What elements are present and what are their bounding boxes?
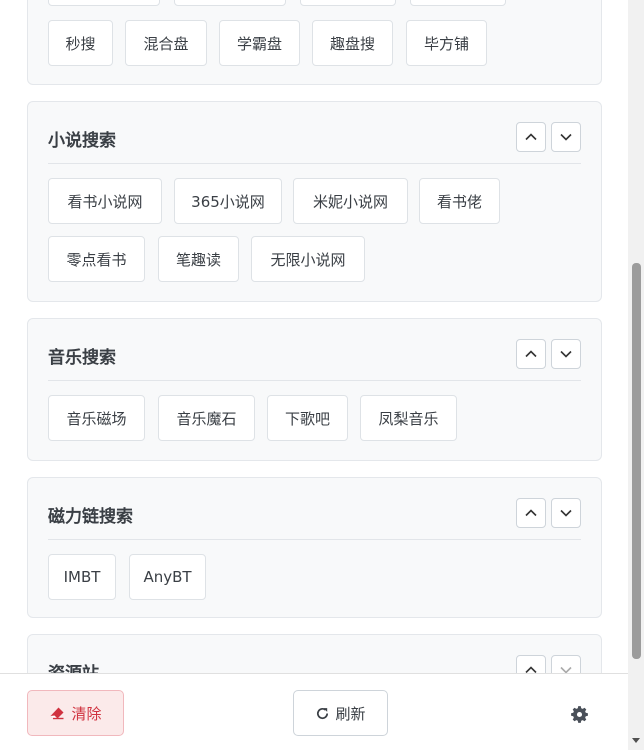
tag-button[interactable]: 凤梨音乐 — [360, 395, 457, 441]
move-up-button[interactable] — [516, 339, 546, 369]
tag-button[interactable]: 毕方铺 — [406, 20, 487, 66]
section-card-magnet: 磁力链搜索 IMBT AnyBT — [27, 477, 602, 618]
chevron-up-icon — [525, 666, 537, 673]
tag-label: 音乐磁场 — [66, 409, 127, 428]
tag-button[interactable]: AnyBT — [129, 554, 206, 600]
gear-icon — [570, 705, 588, 723]
tag-button[interactable]: 混合盘 — [125, 20, 207, 66]
refresh-button[interactable]: 刷新 — [293, 690, 388, 736]
move-down-button[interactable] — [551, 655, 581, 673]
tag-label: 看书小说网 — [67, 192, 143, 211]
chevron-down-icon — [560, 133, 572, 141]
clear-button[interactable]: 清除 — [27, 690, 124, 736]
move-up-button[interactable] — [516, 498, 546, 528]
section-title: 小说搜索 — [48, 131, 116, 151]
tag-label: 毕方铺 — [423, 34, 469, 53]
tag-label: 秒搜 — [65, 34, 96, 53]
chevron-down-icon — [560, 350, 572, 358]
tag-button[interactable]: 零点看书 — [48, 236, 145, 282]
tag-label: 米妮小说网 — [312, 192, 388, 211]
move-up-button[interactable] — [516, 655, 546, 673]
tag-label: 零点看书 — [66, 250, 127, 269]
tag-button[interactable]: 米妮小说网 — [293, 178, 408, 224]
section-card-music: 音乐搜索 音乐磁场 音乐魔石 下歌吧 凤梨音乐 — [27, 318, 602, 461]
tag-button[interactable]: 音乐魔石 — [158, 395, 255, 441]
tag-button[interactable]: 365小说网 — [174, 178, 282, 224]
tag-label: 365小说网 — [191, 192, 265, 211]
tag-label: 看书佬 — [436, 192, 482, 211]
tag-label: 混合盘 — [143, 34, 189, 53]
section-card-top: 秒搜 混合盘 学霸盘 趣盘搜 毕方铺 — [27, 0, 602, 85]
tag-button-hidden[interactable] — [410, 0, 506, 6]
tag-button[interactable]: 学霸盘 — [219, 20, 300, 66]
move-up-button[interactable] — [516, 122, 546, 152]
eraser-icon — [50, 707, 64, 720]
clear-button-label: 清除 — [71, 704, 102, 723]
scroll-down-arrow-icon[interactable] — [631, 737, 641, 745]
tag-label: 笔趣读 — [175, 250, 221, 269]
chevron-down-icon — [560, 509, 572, 517]
tag-button-hidden[interactable] — [300, 0, 396, 6]
tag-button[interactable]: 音乐磁场 — [48, 395, 145, 441]
chevron-up-icon — [525, 350, 537, 358]
section-title: 音乐搜索 — [48, 348, 116, 368]
tag-button[interactable]: 笔趣读 — [158, 236, 239, 282]
tag-label: 下歌吧 — [284, 409, 330, 428]
tag-button[interactable]: 下歌吧 — [267, 395, 348, 441]
tag-label: 学霸盘 — [236, 34, 282, 53]
search-sites-panel[interactable]: 秒搜 混合盘 学霸盘 趣盘搜 毕方铺 小说搜索 看书小说网 365小说网 米妮小… — [0, 0, 628, 673]
section-header: 磁力链搜索 — [48, 478, 581, 540]
tag-button[interactable]: 看书佬 — [419, 178, 500, 224]
tag-label: IMBT — [63, 568, 101, 586]
vertical-scrollbar[interactable] — [628, 0, 644, 750]
move-down-button[interactable] — [551, 339, 581, 369]
section-title: 资源站 — [48, 659, 99, 673]
section-header: 小说搜索 — [48, 102, 581, 164]
move-down-button[interactable] — [551, 122, 581, 152]
section-header: 资源站 — [48, 635, 581, 673]
move-down-button[interactable] — [551, 498, 581, 528]
section-header: 音乐搜索 — [48, 319, 581, 381]
tag-label: AnyBT — [143, 568, 192, 586]
tag-button-hidden[interactable] — [48, 0, 160, 6]
tag-button-hidden[interactable] — [174, 0, 286, 6]
chevron-up-icon — [525, 509, 537, 517]
tag-button[interactable]: IMBT — [48, 554, 116, 600]
scrollbar-thumb[interactable] — [632, 263, 641, 659]
tag-button[interactable]: 无限小说网 — [251, 236, 365, 282]
tag-label: 音乐魔石 — [176, 409, 237, 428]
section-title: 磁力链搜索 — [48, 507, 133, 527]
tag-label: 趣盘搜 — [329, 34, 375, 53]
chevron-up-icon — [525, 133, 537, 141]
footer-toolbar: 清除 刷新 — [0, 673, 628, 750]
section-card-resources: 资源站 — [27, 634, 602, 673]
settings-button[interactable] — [567, 702, 591, 726]
chevron-down-icon — [560, 666, 572, 673]
tag-button[interactable]: 看书小说网 — [48, 178, 162, 224]
refresh-button-label: 刷新 — [335, 704, 366, 723]
tag-button[interactable]: 秒搜 — [48, 20, 113, 66]
section-card-novel: 小说搜索 看书小说网 365小说网 米妮小说网 看书佬 零点看书 笔趣读 无限小… — [27, 101, 602, 302]
tag-label: 无限小说网 — [270, 250, 346, 269]
tag-label: 凤梨音乐 — [378, 409, 439, 428]
tag-button[interactable]: 趣盘搜 — [312, 20, 393, 66]
refresh-icon — [317, 707, 329, 719]
